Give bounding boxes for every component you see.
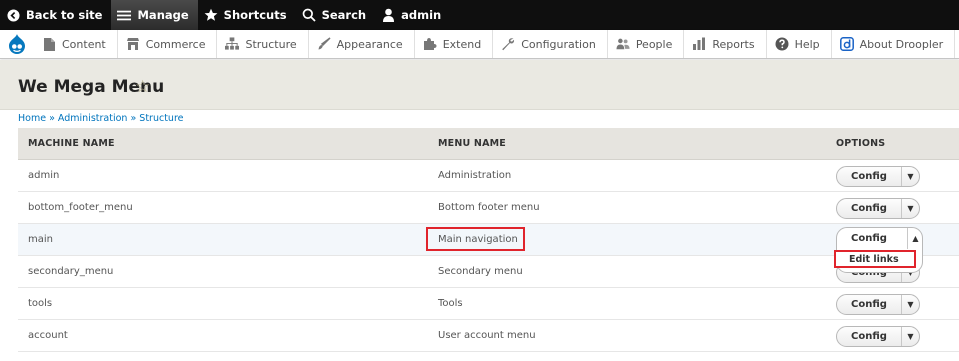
highlight-annotation [426, 227, 525, 251]
tray-item-people[interactable]: People [608, 30, 685, 58]
tray-item-content[interactable]: Content [34, 30, 118, 58]
table-row: tools Tools Config ▼ [18, 288, 959, 320]
sitemap-icon [225, 37, 240, 51]
chevron-down-icon[interactable]: ▼ [900, 327, 919, 346]
bar-chart-icon [692, 37, 706, 51]
shortcut-star-icon[interactable]: ☆ [135, 77, 150, 97]
config-dropbutton: Config ▼ [836, 166, 920, 187]
header-options: OPTIONS [836, 138, 886, 149]
breadcrumb: Home » Administration » Structure [18, 113, 184, 124]
tray-item-label: About Droopler [859, 37, 944, 51]
admin-toolbar: Back to site Manage Shortcuts Search adm… [0, 0, 959, 30]
chevron-down-icon[interactable]: ▼ [900, 167, 919, 186]
menu-name-cell: Secondary menu [438, 266, 523, 277]
header-menu-name: MENU NAME [438, 138, 506, 149]
config-dropbutton: Config ▼ [836, 198, 920, 219]
config-button[interactable]: Config [837, 327, 901, 346]
machine-name-cell: account [28, 330, 68, 341]
machine-name-cell: secondary_menu [28, 266, 114, 277]
tray-item-label: Content [62, 37, 106, 51]
edit-links-menu-item[interactable]: Edit links [834, 250, 916, 268]
config-button[interactable]: Config [837, 199, 901, 218]
tray-item-help[interactable]: Help [767, 30, 832, 58]
machine-name-cell: main [28, 234, 53, 245]
shortcuts-tab[interactable]: Shortcuts [198, 0, 296, 30]
puzzle-icon [423, 37, 437, 51]
user-label: admin [401, 8, 442, 22]
menu-name-cell: User account menu [438, 330, 536, 341]
tray-item-label: People [635, 37, 673, 51]
hamburger-icon [117, 8, 132, 22]
back-arrow-icon [6, 8, 20, 22]
help-icon [775, 37, 789, 51]
tray-item-appearance[interactable]: Appearance [309, 30, 415, 58]
config-dropbutton: Config ▼ [836, 294, 920, 315]
tray-item-label: Configuration [521, 37, 596, 51]
config-dropbutton: Config ▼ [836, 326, 920, 347]
paint-brush-icon [317, 37, 331, 51]
menu-name-cell: Tools [438, 298, 463, 309]
tray-item-label: Structure [245, 37, 297, 51]
drupal-logo-icon[interactable] [0, 30, 34, 58]
header-machine-name: MACHINE NAME [28, 138, 115, 149]
breadcrumb-structure[interactable]: Structure [139, 113, 183, 124]
breadcrumb-home[interactable]: Home [18, 113, 46, 124]
config-button[interactable]: Config [837, 295, 901, 314]
manage-tab[interactable]: Manage [111, 0, 198, 30]
config-button[interactable]: Config [851, 233, 887, 244]
machine-name-cell: admin [28, 170, 60, 181]
document-icon [42, 37, 56, 51]
droopler-icon [839, 37, 854, 51]
tray-item-extend[interactable]: Extend [415, 30, 494, 58]
tray-item-structure[interactable]: Structure [217, 30, 309, 58]
table-row: main Main navigation Config ▲ Edit links [18, 224, 959, 273]
tray-item-label: Commerce [145, 37, 206, 51]
menu-name-cell: Administration [438, 170, 512, 181]
tray-item-reports[interactable]: Reports [684, 30, 767, 58]
menu-name-cell: Bottom footer menu [438, 202, 540, 213]
machine-name-cell: tools [28, 298, 53, 309]
shortcuts-label: Shortcuts [223, 8, 287, 22]
table-row: bottom_footer_menu Bottom footer menu Co… [18, 192, 959, 224]
tray-item-configuration[interactable]: Configuration [493, 30, 608, 58]
table-row: secondary_menu Secondary menu Config ▼ [18, 256, 959, 288]
back-to-site-link[interactable]: Back to site [0, 0, 111, 30]
search-tab[interactable]: Search [296, 0, 376, 30]
page-header: We Mega Menu ☆ [0, 60, 959, 110]
back-to-site-label: Back to site [26, 8, 103, 22]
store-icon [126, 37, 140, 51]
tray-item-about-droopler[interactable]: About Droopler [832, 30, 956, 58]
tray-item-label: Help [794, 37, 820, 51]
search-label: Search [321, 8, 367, 22]
chevron-down-icon[interactable]: ▼ [900, 199, 919, 218]
tray-item-label: Appearance [336, 37, 403, 51]
people-icon [616, 37, 630, 51]
breadcrumb-administration[interactable]: Administration [58, 113, 128, 124]
manage-label: Manage [137, 8, 189, 22]
wrench-icon [501, 37, 515, 51]
user-icon [381, 8, 395, 22]
menus-table: MACHINE NAME MENU NAME OPTIONS admin Adm… [18, 128, 959, 352]
tray-item-label: Reports [712, 37, 755, 51]
machine-name-cell: bottom_footer_menu [28, 202, 133, 213]
tray-item-commerce[interactable]: Commerce [118, 30, 218, 58]
table-row: account User account menu Config ▼ [18, 320, 959, 352]
config-button[interactable]: Config [837, 167, 901, 186]
user-tab[interactable]: admin [375, 0, 450, 30]
table-row: admin Administration Config ▼ [18, 160, 959, 192]
table-header: MACHINE NAME MENU NAME OPTIONS [18, 128, 959, 160]
tray-item-label: Extend [442, 37, 482, 51]
search-icon [302, 8, 316, 22]
star-icon [204, 8, 218, 22]
chevron-down-icon[interactable]: ▼ [900, 295, 919, 314]
manage-tray: Content Commerce Structure Appearance Ex… [0, 30, 959, 59]
chevron-up-icon[interactable]: ▲ [907, 228, 923, 249]
